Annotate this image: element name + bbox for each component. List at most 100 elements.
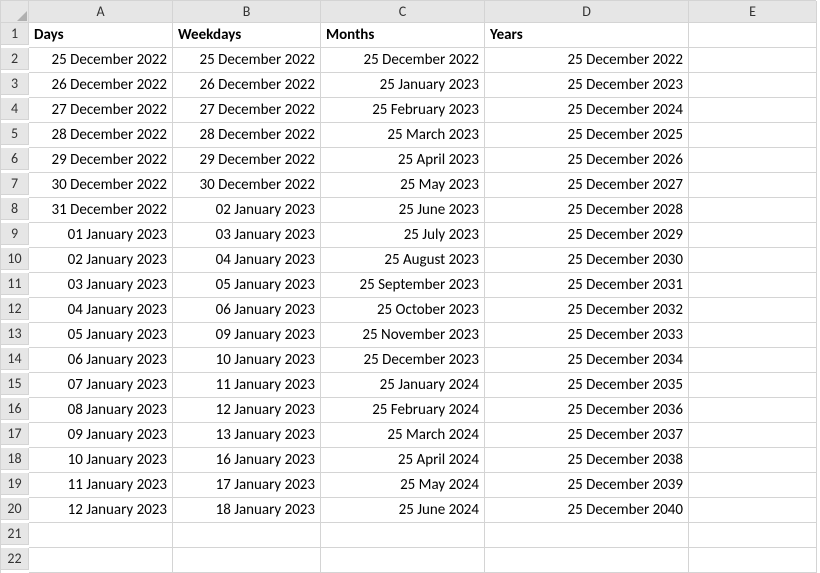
cell-B12[interactable]: 06 January 2023 bbox=[173, 298, 321, 323]
cell-E16[interactable] bbox=[689, 398, 817, 423]
cell-A8[interactable]: 31 December 2022 bbox=[29, 198, 173, 223]
cell-E1[interactable] bbox=[689, 23, 817, 48]
row-header-7[interactable]: 7 bbox=[1, 173, 29, 195]
row-header-14[interactable]: 14 bbox=[1, 348, 29, 370]
cell-B9[interactable]: 03 January 2023 bbox=[173, 223, 321, 248]
cell-D19[interactable]: 25 December 2039 bbox=[485, 473, 689, 498]
cell-E22[interactable] bbox=[689, 548, 817, 573]
cell-E14[interactable] bbox=[689, 348, 817, 373]
cell-A20[interactable]: 12 January 2023 bbox=[29, 498, 173, 523]
cell-A14[interactable]: 06 January 2023 bbox=[29, 348, 173, 373]
cell-A13[interactable]: 05 January 2023 bbox=[29, 323, 173, 348]
cell-E8[interactable] bbox=[689, 198, 817, 223]
cell-C11[interactable]: 25 September 2023 bbox=[321, 273, 485, 298]
cell-B3[interactable]: 26 December 2022 bbox=[173, 73, 321, 98]
cell-B6[interactable]: 29 December 2022 bbox=[173, 148, 321, 173]
cell-A19[interactable]: 11 January 2023 bbox=[29, 473, 173, 498]
cell-E21[interactable] bbox=[689, 523, 817, 548]
row-header-21[interactable]: 21 bbox=[1, 523, 29, 545]
row-header-20[interactable]: 20 bbox=[1, 498, 29, 520]
cell-E6[interactable] bbox=[689, 148, 817, 173]
cell-B16[interactable]: 12 January 2023 bbox=[173, 398, 321, 423]
cell-D15[interactable]: 25 December 2035 bbox=[485, 373, 689, 398]
cell-B19[interactable]: 17 January 2023 bbox=[173, 473, 321, 498]
row-header-8[interactable]: 8 bbox=[1, 198, 29, 220]
cell-C4[interactable]: 25 February 2023 bbox=[321, 98, 485, 123]
cell-C17[interactable]: 25 March 2024 bbox=[321, 423, 485, 448]
cell-A22[interactable] bbox=[29, 548, 173, 573]
cell-B18[interactable]: 16 January 2023 bbox=[173, 448, 321, 473]
cell-C21[interactable] bbox=[321, 523, 485, 548]
cell-E20[interactable] bbox=[689, 498, 817, 523]
cell-A4[interactable]: 27 December 2022 bbox=[29, 98, 173, 123]
cell-C3[interactable]: 25 January 2023 bbox=[321, 73, 485, 98]
row-header-9[interactable]: 9 bbox=[1, 223, 29, 245]
cell-C2[interactable]: 25 December 2022 bbox=[321, 48, 485, 73]
cell-E2[interactable] bbox=[689, 48, 817, 73]
cell-E18[interactable] bbox=[689, 448, 817, 473]
cell-D10[interactable]: 25 December 2030 bbox=[485, 248, 689, 273]
cell-D22[interactable] bbox=[485, 548, 689, 573]
cell-A2[interactable]: 25 December 2022 bbox=[29, 48, 173, 73]
cell-D6[interactable]: 25 December 2026 bbox=[485, 148, 689, 173]
cell-B1[interactable]: Weekdays bbox=[173, 23, 321, 48]
cell-E19[interactable] bbox=[689, 473, 817, 498]
row-header-15[interactable]: 15 bbox=[1, 373, 29, 395]
cell-C22[interactable] bbox=[321, 548, 485, 573]
cell-A1[interactable]: Days bbox=[29, 23, 173, 48]
cell-D11[interactable]: 25 December 2031 bbox=[485, 273, 689, 298]
cell-E10[interactable] bbox=[689, 248, 817, 273]
cell-D4[interactable]: 25 December 2024 bbox=[485, 98, 689, 123]
cell-B14[interactable]: 10 January 2023 bbox=[173, 348, 321, 373]
cell-C20[interactable]: 25 June 2024 bbox=[321, 498, 485, 523]
cell-D1[interactable]: Years bbox=[485, 23, 689, 48]
cell-A17[interactable]: 09 January 2023 bbox=[29, 423, 173, 448]
cell-A5[interactable]: 28 December 2022 bbox=[29, 123, 173, 148]
cell-A16[interactable]: 08 January 2023 bbox=[29, 398, 173, 423]
cell-D12[interactable]: 25 December 2032 bbox=[485, 298, 689, 323]
cell-D18[interactable]: 25 December 2038 bbox=[485, 448, 689, 473]
column-header-D[interactable]: D bbox=[485, 1, 689, 23]
cell-A10[interactable]: 02 January 2023 bbox=[29, 248, 173, 273]
cell-D14[interactable]: 25 December 2034 bbox=[485, 348, 689, 373]
row-header-5[interactable]: 5 bbox=[1, 123, 29, 145]
column-header-C[interactable]: C bbox=[321, 1, 485, 23]
cell-E13[interactable] bbox=[689, 323, 817, 348]
row-header-4[interactable]: 4 bbox=[1, 98, 29, 120]
row-header-17[interactable]: 17 bbox=[1, 423, 29, 445]
row-header-2[interactable]: 2 bbox=[1, 48, 29, 70]
cell-E3[interactable] bbox=[689, 73, 817, 98]
cell-E5[interactable] bbox=[689, 123, 817, 148]
cell-C1[interactable]: Months bbox=[321, 23, 485, 48]
cell-D17[interactable]: 25 December 2037 bbox=[485, 423, 689, 448]
row-header-6[interactable]: 6 bbox=[1, 148, 29, 170]
cell-D7[interactable]: 25 December 2027 bbox=[485, 173, 689, 198]
cell-E12[interactable] bbox=[689, 298, 817, 323]
cell-C9[interactable]: 25 July 2023 bbox=[321, 223, 485, 248]
cell-C13[interactable]: 25 November 2023 bbox=[321, 323, 485, 348]
row-header-19[interactable]: 19 bbox=[1, 473, 29, 495]
cell-A7[interactable]: 30 December 2022 bbox=[29, 173, 173, 198]
cell-A15[interactable]: 07 January 2023 bbox=[29, 373, 173, 398]
cell-B4[interactable]: 27 December 2022 bbox=[173, 98, 321, 123]
cell-D13[interactable]: 25 December 2033 bbox=[485, 323, 689, 348]
cell-A3[interactable]: 26 December 2022 bbox=[29, 73, 173, 98]
cell-E11[interactable] bbox=[689, 273, 817, 298]
cell-D2[interactable]: 25 December 2022 bbox=[485, 48, 689, 73]
select-all-corner[interactable] bbox=[1, 1, 29, 23]
row-header-18[interactable]: 18 bbox=[1, 448, 29, 470]
cell-C12[interactable]: 25 October 2023 bbox=[321, 298, 485, 323]
cell-B21[interactable] bbox=[173, 523, 321, 548]
cell-D5[interactable]: 25 December 2025 bbox=[485, 123, 689, 148]
cell-B10[interactable]: 04 January 2023 bbox=[173, 248, 321, 273]
column-header-B[interactable]: B bbox=[173, 1, 321, 23]
cell-A6[interactable]: 29 December 2022 bbox=[29, 148, 173, 173]
row-header-16[interactable]: 16 bbox=[1, 398, 29, 420]
cell-E4[interactable] bbox=[689, 98, 817, 123]
cell-B7[interactable]: 30 December 2022 bbox=[173, 173, 321, 198]
cell-E9[interactable] bbox=[689, 223, 817, 248]
cell-A12[interactable]: 04 January 2023 bbox=[29, 298, 173, 323]
cell-A21[interactable] bbox=[29, 523, 173, 548]
cell-B11[interactable]: 05 January 2023 bbox=[173, 273, 321, 298]
cell-C15[interactable]: 25 January 2024 bbox=[321, 373, 485, 398]
